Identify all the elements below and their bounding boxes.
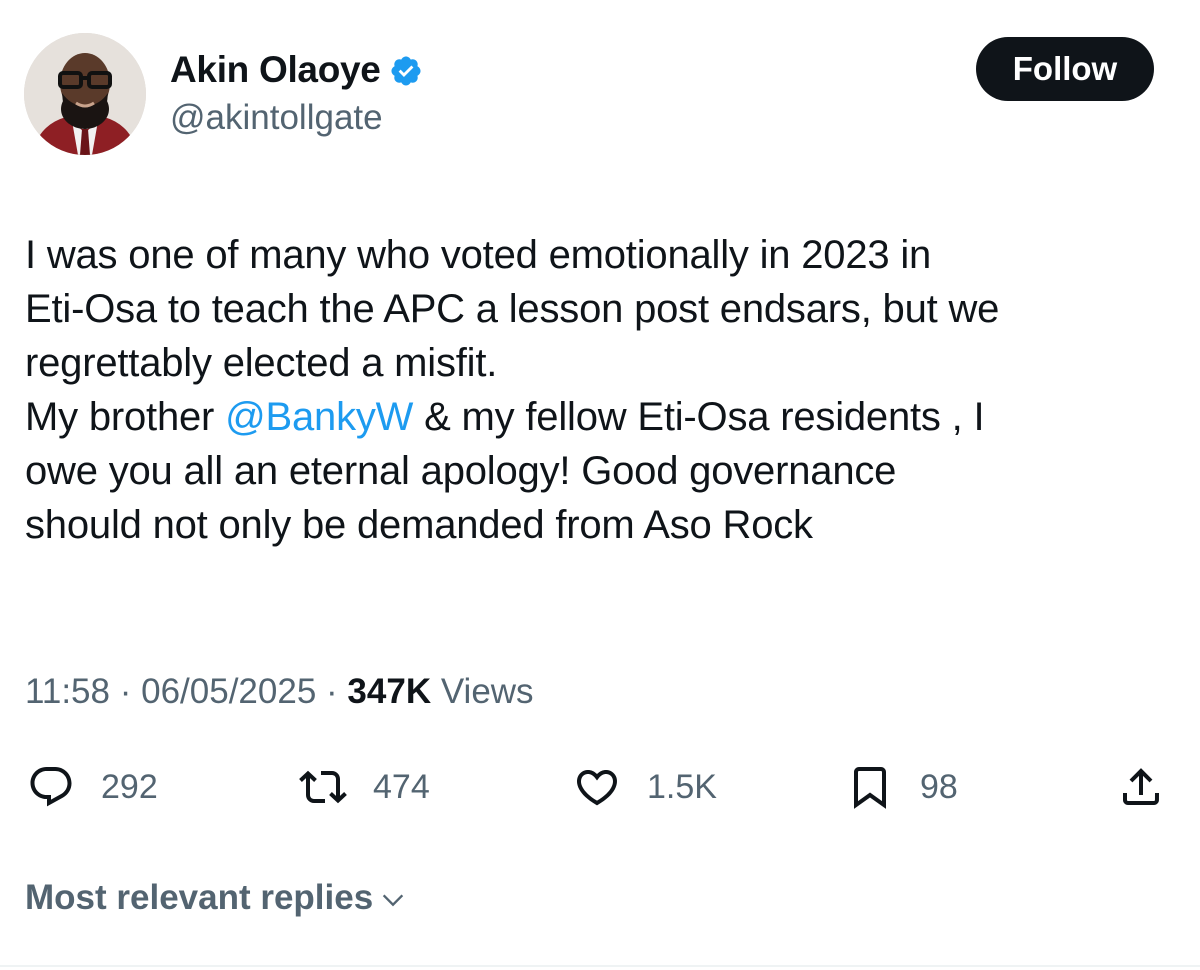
follow-button[interactable]: Follow xyxy=(976,37,1154,101)
tweet-text-fragment: & my fellow Eti-Osa residents , I xyxy=(413,395,985,439)
repost-count: 474 xyxy=(373,767,430,806)
author-name-row[interactable]: Akin Olaoye xyxy=(170,44,423,96)
chevron-down-icon xyxy=(383,894,404,907)
action-bar: 292 474 1.5K 98 xyxy=(0,757,1200,817)
views-label: Views xyxy=(440,672,534,711)
reply-button[interactable]: 292 xyxy=(27,757,158,817)
avatar[interactable] xyxy=(24,33,146,155)
replies-sort-dropdown[interactable]: Most relevant replies xyxy=(25,878,407,918)
tweet-text-fragment: My brother xyxy=(25,395,226,439)
avatar-image xyxy=(24,33,146,155)
verified-badge-icon xyxy=(391,56,421,86)
bookmark-count: 98 xyxy=(920,767,958,806)
author-handle[interactable]: @akintollgate xyxy=(170,98,383,138)
mention-link[interactable]: @BankyW xyxy=(225,395,413,439)
author-name[interactable]: Akin Olaoye xyxy=(170,49,381,91)
tweet-line-with-mention: My brother @BankyW & my fellow Eti-Osa r… xyxy=(25,390,1185,444)
like-button[interactable]: 1.5K xyxy=(573,757,717,817)
meta-separator: · xyxy=(326,672,338,711)
heart-icon xyxy=(576,770,618,806)
bookmark-button[interactable]: 98 xyxy=(846,757,958,817)
repost-button[interactable]: 474 xyxy=(299,757,430,817)
tweet-date[interactable]: 06/05/2025 xyxy=(141,672,316,711)
tweet-text: I was one of many who voted emotionally … xyxy=(25,228,1185,552)
share-button[interactable] xyxy=(1117,757,1165,817)
tweet-meta: 11:58 · 06/05/2025 · 347K Views xyxy=(25,672,534,712)
replies-sort-label: Most relevant replies xyxy=(25,878,374,917)
tweet-time[interactable]: 11:58 xyxy=(25,672,110,711)
divider xyxy=(0,965,1200,967)
reply-icon xyxy=(30,767,72,807)
like-count: 1.5K xyxy=(647,767,717,806)
share-icon xyxy=(1123,768,1159,805)
bookmark-icon xyxy=(854,767,886,809)
tweet-line: Eti-Osa to teach the APC a lesson post e… xyxy=(25,287,1000,331)
tweet-line: owe you all an eternal apology! Good gov… xyxy=(25,449,897,493)
repost-icon xyxy=(299,770,347,804)
views-count: 347K xyxy=(347,672,432,711)
tweet-line: should not only be demanded from Aso Roc… xyxy=(25,503,813,547)
meta-separator: · xyxy=(119,672,132,711)
tweet-line: I was one of many who voted emotionally … xyxy=(25,233,932,277)
reply-count: 292 xyxy=(101,767,158,806)
tweet-line: regrettably elected a misfit. xyxy=(25,341,498,385)
